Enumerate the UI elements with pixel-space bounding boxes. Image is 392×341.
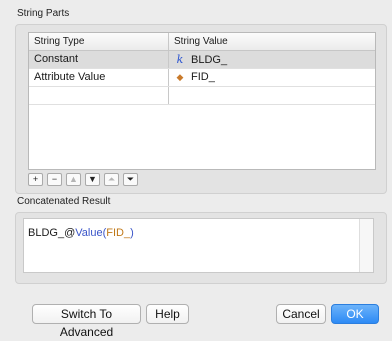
move-to-bottom-button[interactable]: ⏷ xyxy=(123,173,138,186)
constant-k-icon: k xyxy=(176,53,184,66)
cell-string-type[interactable]: Attribute Value xyxy=(29,69,169,86)
add-row-button[interactable]: + xyxy=(28,173,43,186)
result-close-paren: ) xyxy=(130,227,134,239)
move-to-top-button[interactable]: ⏶ xyxy=(104,173,119,186)
column-header-string-value[interactable]: String Value xyxy=(169,33,375,50)
cancel-button[interactable]: Cancel xyxy=(276,304,326,324)
result-scrollbar[interactable] xyxy=(359,219,373,272)
string-parts-table[interactable]: String Type String Value Constant k BLDG_… xyxy=(28,32,376,170)
column-header-string-type[interactable]: String Type xyxy=(29,33,169,50)
remove-row-button[interactable]: − xyxy=(47,173,62,186)
concatenated-result-text: BLDG_@Value(FID_) xyxy=(28,227,134,239)
ok-button[interactable]: OK xyxy=(331,304,379,324)
cell-string-type[interactable]: Constant xyxy=(29,51,169,68)
switch-to-advanced-button[interactable]: Switch To Advanced xyxy=(32,304,141,339)
table-header: String Type String Value xyxy=(29,33,375,51)
row-toolbar: + − ▲ ▼ ⏶ ⏷ xyxy=(28,173,138,186)
cell-value-text: BLDG_ xyxy=(191,54,228,66)
result-prefix: BLDG_@ xyxy=(28,227,76,239)
help-button[interactable]: Help xyxy=(146,304,189,324)
move-down-button[interactable]: ▼ xyxy=(85,173,100,186)
move-up-button[interactable]: ▲ xyxy=(66,173,81,186)
cell-value-text: FID_ xyxy=(191,71,215,83)
concatenated-result-field[interactable]: BLDG_@Value(FID_) xyxy=(23,218,374,273)
concatenated-result-title: Concatenated Result xyxy=(17,196,111,207)
cell-string-value[interactable]: ◆ FID_ xyxy=(169,69,375,86)
result-function: Value xyxy=(75,227,103,239)
cell-string-type[interactable] xyxy=(29,87,169,104)
result-argument: FID_ xyxy=(106,227,131,239)
cell-string-value[interactable] xyxy=(169,87,375,104)
table-row[interactable]: Constant k BLDG_ xyxy=(29,51,375,69)
string-parts-title: String Parts xyxy=(17,8,70,19)
cell-string-value[interactable]: k BLDG_ xyxy=(169,51,375,68)
table-row[interactable]: Attribute Value ◆ FID_ xyxy=(29,69,375,87)
attribute-tag-icon: ◆ xyxy=(176,72,184,82)
table-row[interactable] xyxy=(29,87,375,105)
